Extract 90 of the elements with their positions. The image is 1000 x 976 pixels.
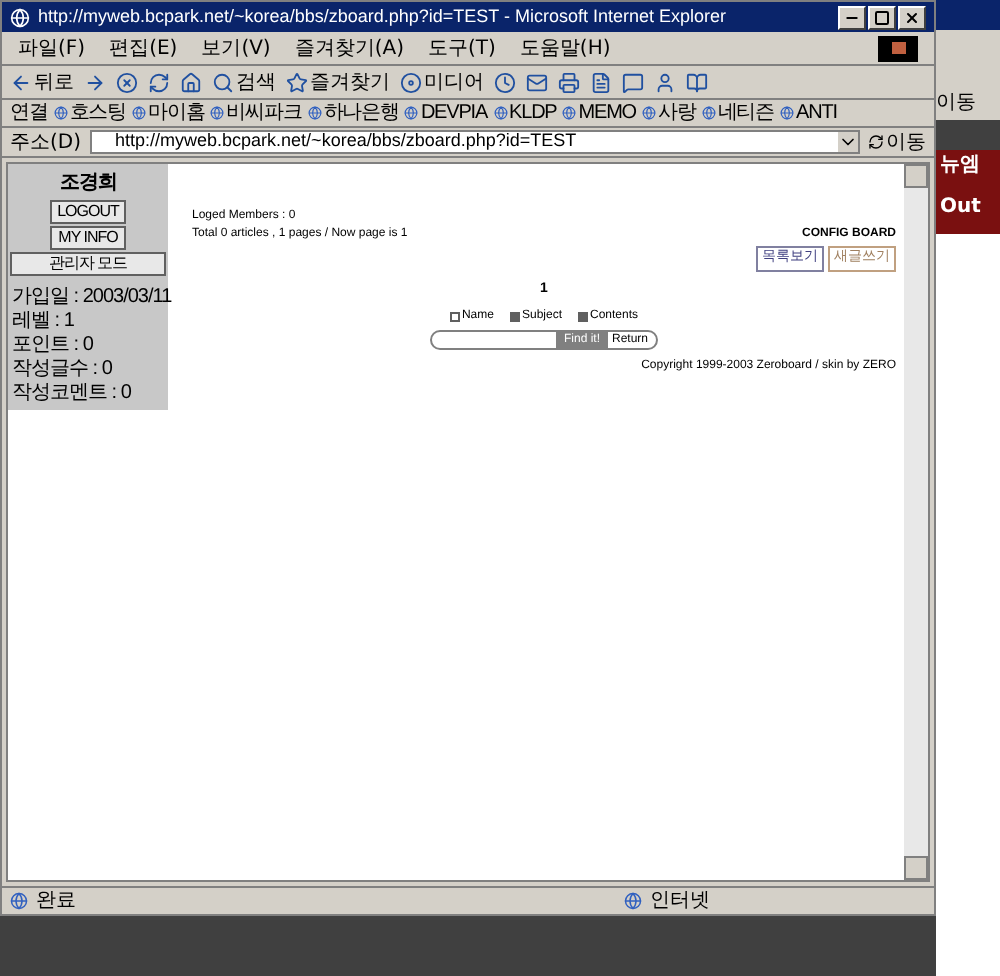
clock-button[interactable]	[494, 71, 516, 93]
page-icon	[132, 106, 147, 120]
toolbar-button[interactable]: 즐겨찾기	[286, 67, 390, 97]
home-button[interactable]	[180, 71, 202, 93]
refresh-icon	[148, 71, 170, 93]
scrollbar[interactable]	[904, 164, 928, 880]
document-button[interactable]	[590, 71, 612, 93]
book-button[interactable]	[686, 71, 708, 93]
menu-item[interactable]: 보기(V)	[201, 33, 271, 63]
checkbox[interactable]	[449, 312, 460, 322]
windows-logo-icon	[878, 35, 918, 61]
window-title: http://myweb.bcpark.net/~korea/bbs/zboard.php?id=TEST - Microsoft Internet Explorer	[38, 3, 729, 30]
forward-arrow-button[interactable]	[84, 71, 106, 93]
user-info: 포인트 : 0	[12, 334, 95, 358]
back-arrow-icon	[10, 71, 32, 93]
menu-item[interactable]: 파일(F)	[18, 33, 86, 63]
printer-button[interactable]	[558, 71, 580, 93]
person-icon	[654, 71, 676, 93]
maximize-icon	[874, 9, 890, 25]
links-label: 연결	[10, 100, 48, 128]
link-button[interactable]: 네티즌	[701, 98, 774, 128]
toolbar-button[interactable]: 미디어	[400, 67, 484, 97]
toolbar-button[interactable]: 뒤로	[10, 67, 74, 97]
link-button[interactable]: 호스팅	[53, 98, 127, 128]
close-button[interactable]	[898, 5, 926, 29]
person-button[interactable]	[654, 71, 676, 93]
page-icon	[701, 106, 716, 120]
checkbox[interactable]	[578, 312, 588, 322]
page-icon	[493, 106, 508, 120]
mail-button[interactable]	[526, 71, 548, 93]
link-button[interactable]: MEMO	[562, 98, 636, 128]
address-field[interactable]: http://myweb.bcpark.net/~korea/bbs/zboard.php?id=TEST	[89, 130, 860, 154]
user-info: 가입일 : 2003/03/11	[12, 286, 172, 310]
speech-bubble-button[interactable]	[622, 71, 644, 93]
user-info: 작성글수 : 0	[12, 358, 114, 382]
toolbar-button[interactable]: 검색	[212, 67, 276, 97]
close-icon	[904, 9, 920, 25]
menu-item[interactable]: 도구(T)	[428, 33, 496, 63]
minimize-button[interactable]	[838, 5, 866, 29]
sidebar-button[interactable]: 관리자 모드	[10, 252, 166, 276]
user-name: 조경희	[59, 170, 117, 198]
book-icon	[686, 71, 708, 93]
refresh-icon	[868, 134, 884, 150]
sidebar-button[interactable]: MY INFO	[50, 226, 126, 250]
user-info: 작성코멘트 : 0	[12, 382, 133, 406]
page-icon	[210, 106, 225, 120]
maximize-button[interactable]	[868, 5, 896, 29]
dropdown-icon	[838, 132, 858, 152]
go-button[interactable]: 이동	[868, 127, 926, 157]
speech-bubble-icon	[622, 71, 644, 93]
menu-item[interactable]: 즐겨찾기(A)	[294, 33, 404, 63]
page-icon	[780, 106, 794, 120]
document-icon	[590, 71, 612, 93]
status-text: 완료	[36, 888, 78, 916]
menu-item[interactable]: 도움말(H)	[519, 33, 611, 63]
link-button[interactable]: 마이홈	[132, 98, 205, 128]
banner-text: 뉴엠	[940, 152, 980, 180]
link-button[interactable]: 사랑	[641, 98, 696, 128]
link-button[interactable]: DEVPIA	[404, 98, 488, 128]
link-button[interactable]: KLDP	[493, 98, 557, 128]
link-button[interactable]: ANTI	[780, 98, 837, 128]
page-icon	[307, 106, 322, 120]
go-button[interactable]: 이동	[936, 88, 976, 118]
page-icon	[53, 106, 68, 120]
refresh-button[interactable]	[148, 71, 170, 93]
page-icon	[562, 106, 577, 120]
zone-text: 인터넷	[650, 888, 710, 916]
disc-icon	[400, 71, 422, 93]
clock-icon	[494, 71, 516, 93]
link-button[interactable]: 비씨파크	[210, 98, 302, 128]
search-icon	[212, 71, 234, 93]
menu-item[interactable]: 편집(E)	[109, 33, 178, 63]
link-button[interactable]: 하나은행	[307, 98, 399, 128]
address-label: 주소(D)	[10, 129, 82, 157]
banner-button[interactable]: Out	[940, 192, 981, 222]
stop-icon	[116, 71, 138, 93]
checkbox[interactable]	[509, 312, 520, 322]
user-info: 레벨 : 1	[12, 310, 76, 334]
globe-icon	[624, 892, 642, 910]
page-icon	[641, 106, 656, 120]
stop-button[interactable]	[116, 71, 138, 93]
mail-icon	[526, 71, 548, 93]
sidebar-button[interactable]: LOGOUT	[50, 200, 126, 224]
home-icon	[180, 71, 202, 93]
forward-arrow-icon	[84, 71, 106, 93]
page-icon	[10, 892, 28, 910]
star-icon	[286, 71, 308, 93]
page-icon	[404, 106, 419, 120]
printer-icon	[558, 71, 580, 93]
browser-icon	[10, 7, 30, 27]
